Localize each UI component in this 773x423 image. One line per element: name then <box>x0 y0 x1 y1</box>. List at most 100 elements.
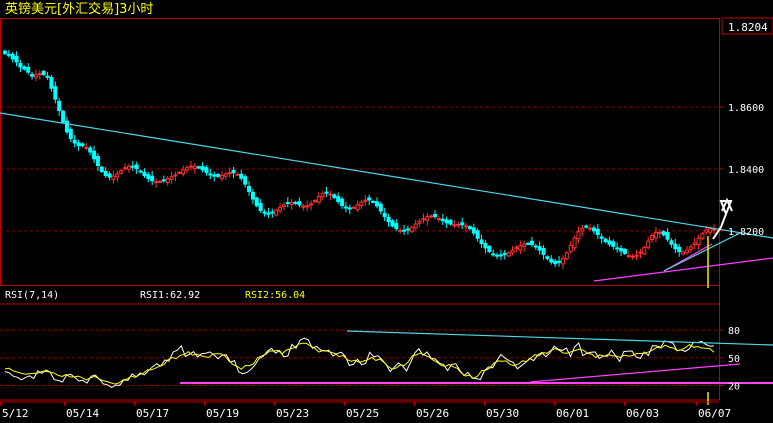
candle-body <box>421 218 426 221</box>
candle-body <box>316 196 321 203</box>
candle-body <box>510 249 515 254</box>
candle-body <box>53 86 58 100</box>
candle-body <box>328 193 333 196</box>
candle-body <box>173 174 178 177</box>
candle-body <box>177 171 182 174</box>
candle-body <box>18 62 23 68</box>
candle-body <box>708 228 713 233</box>
candle-body <box>429 215 434 218</box>
candle-body <box>382 212 387 218</box>
rsi-tick-label: 20 <box>728 382 740 393</box>
candle-body <box>64 120 69 133</box>
candle-body <box>80 143 85 147</box>
candle-body <box>363 199 368 202</box>
candle-body <box>262 211 267 214</box>
forex-chart: 英镑美元[外汇交易]3小时 1.8204 RSI(7,14) RSI1:62.9… <box>0 0 773 423</box>
candle-body <box>514 247 519 250</box>
candle-body <box>150 175 155 182</box>
candle-body <box>45 75 50 78</box>
x-tick-label: 05/25 <box>346 407 379 420</box>
candle-body <box>274 209 279 216</box>
candle-body <box>157 180 162 183</box>
x-tick-label: 5/12 <box>2 407 29 420</box>
candle-body <box>661 231 666 236</box>
candle-body <box>448 219 453 225</box>
candle-body <box>204 167 209 173</box>
candle-body <box>491 253 496 256</box>
candle-body <box>588 227 593 230</box>
candle-body <box>26 67 31 73</box>
rsi-tick-label: 50 <box>728 354 740 365</box>
candle-body <box>464 225 469 228</box>
candle-body <box>626 255 631 258</box>
candle-body <box>57 100 62 112</box>
candle-body <box>560 258 565 265</box>
candle-body <box>165 178 170 183</box>
x-tick-label: 05/19 <box>206 407 239 420</box>
x-tick-label: 05/14 <box>66 407 99 420</box>
candle-body <box>595 228 600 236</box>
candle-body <box>390 220 395 227</box>
candle-body <box>340 198 345 206</box>
candle-body <box>250 191 255 200</box>
candle-body <box>402 229 407 232</box>
candle-body <box>688 246 693 250</box>
candle-body <box>301 205 306 208</box>
candle-body <box>622 248 627 254</box>
candle-body <box>312 200 317 203</box>
candle-body <box>72 139 77 144</box>
candle-body <box>270 211 275 214</box>
candle-body <box>10 53 15 60</box>
candle-body <box>154 181 159 184</box>
candle-body <box>235 173 240 176</box>
candle-body <box>188 165 193 168</box>
candle-body <box>549 258 554 263</box>
candle-body <box>99 166 104 172</box>
candle-body <box>541 247 546 255</box>
candle-body <box>591 227 596 232</box>
candle-body <box>506 252 511 257</box>
candle-body <box>475 230 480 239</box>
x-tick-label: 05/23 <box>276 407 309 420</box>
candle-body <box>487 245 492 253</box>
candle-body <box>712 228 717 231</box>
candle-body <box>227 172 232 175</box>
candle-body <box>452 224 457 227</box>
candle-body <box>479 239 484 245</box>
candle-body <box>126 165 131 170</box>
candle-body <box>305 205 310 208</box>
candle-body <box>84 146 89 149</box>
candle-body <box>409 226 414 233</box>
candle-body <box>564 252 569 260</box>
candle-body <box>103 170 108 176</box>
candle-body <box>332 194 337 198</box>
candle-body <box>61 110 66 123</box>
price-tick-label: 1.8600 <box>728 103 764 114</box>
candle-body <box>584 225 589 228</box>
candle-body <box>14 56 19 63</box>
candle-body <box>146 174 151 180</box>
candle-body <box>545 256 550 260</box>
candle-body <box>309 203 314 206</box>
candle-body <box>297 201 302 206</box>
candle-body <box>216 174 221 177</box>
candle-body <box>33 74 38 78</box>
candle-body <box>619 247 624 252</box>
candle-body <box>692 242 697 246</box>
candle-body <box>638 251 643 254</box>
candle-body <box>433 213 438 218</box>
candle-body <box>49 76 54 89</box>
candle-body <box>351 206 356 209</box>
candle-body <box>467 226 472 230</box>
candle-body <box>92 150 97 160</box>
x-tick-label: 05/26 <box>416 407 449 420</box>
candle-body <box>281 204 286 208</box>
candle-body <box>88 147 93 153</box>
candle-body <box>371 200 376 203</box>
candle-body <box>495 254 500 257</box>
candle-body <box>646 240 651 248</box>
candle-body <box>231 169 236 174</box>
candle-body <box>219 174 224 180</box>
x-tick-label: 05/30 <box>486 407 519 420</box>
candle-body <box>518 245 523 251</box>
